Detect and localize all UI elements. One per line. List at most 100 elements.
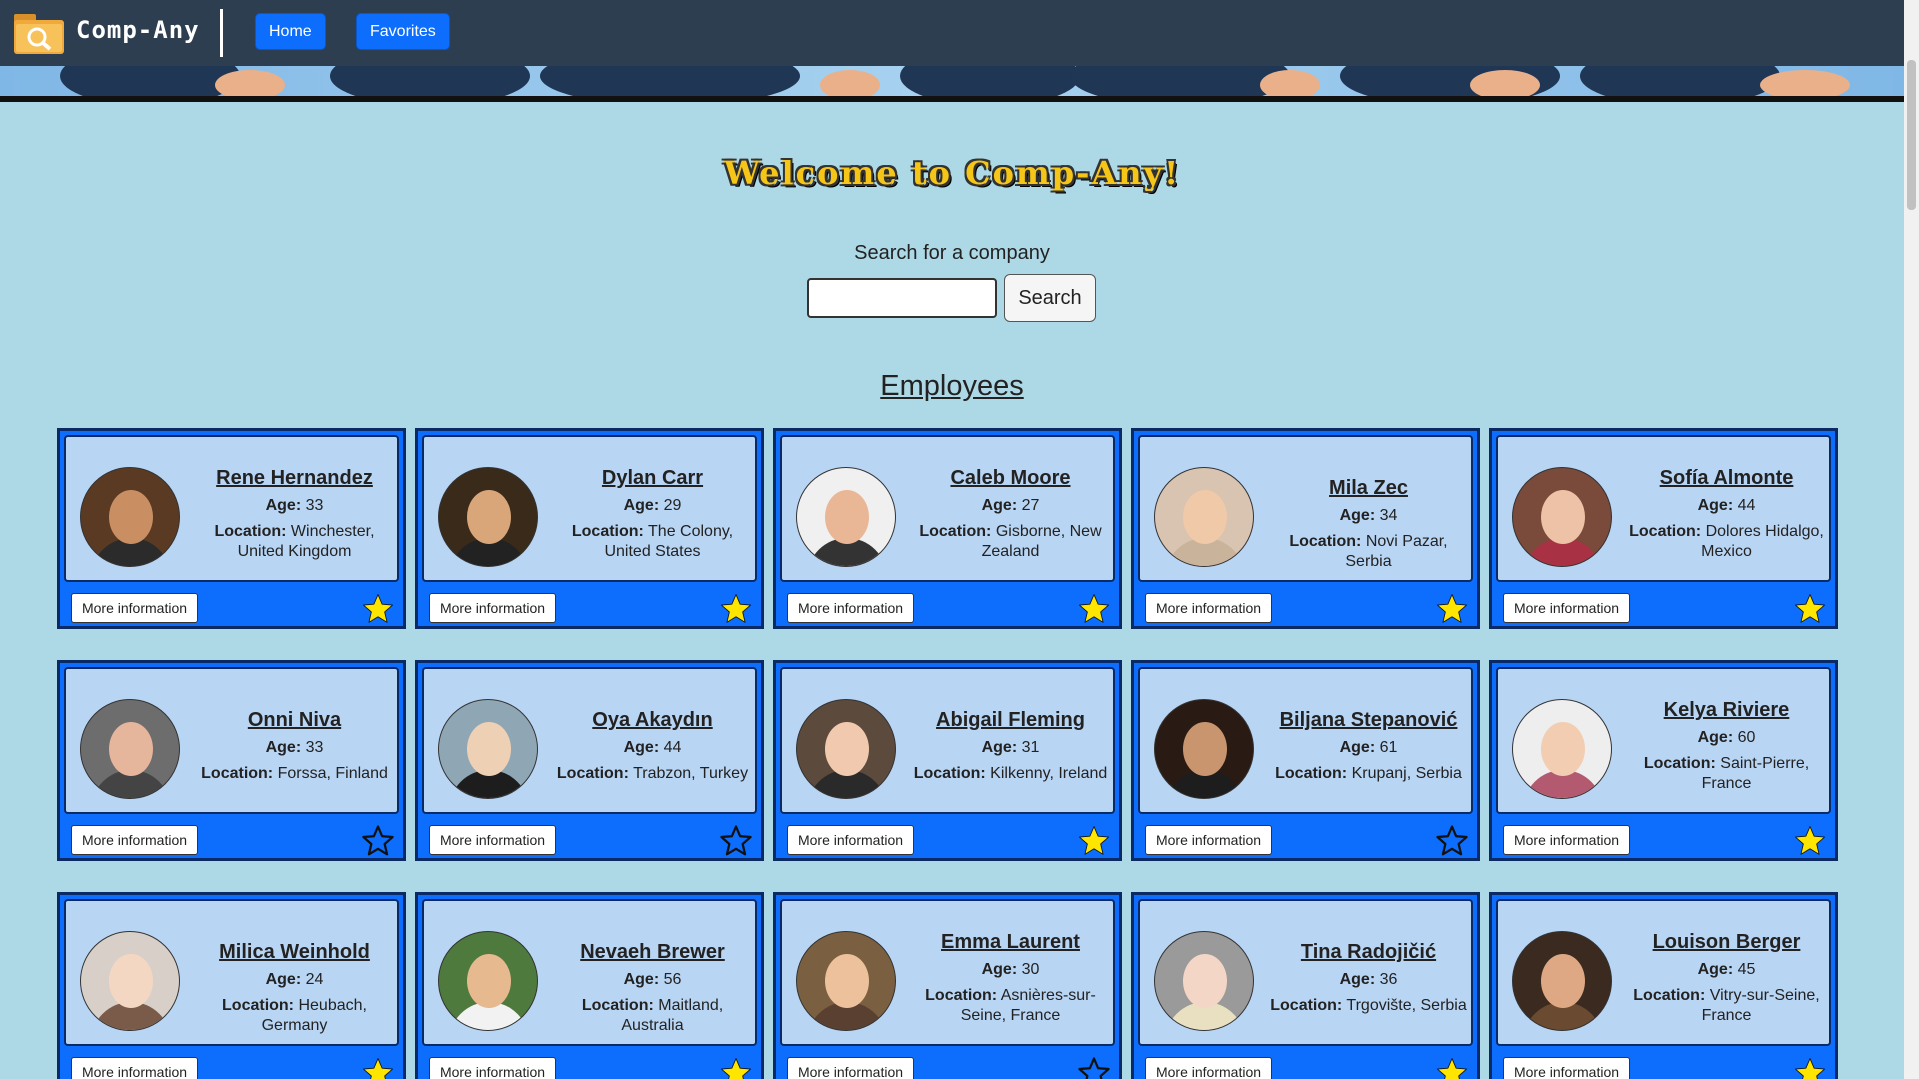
employee-age: Age: 44 — [550, 738, 755, 758]
page-scrollbar[interactable] — [1904, 0, 1919, 1079]
employee-name[interactable]: Louison Berger — [1624, 931, 1829, 954]
more-information-button[interactable]: More information — [71, 825, 198, 855]
more-information-button[interactable]: More information — [71, 593, 198, 623]
employee-age: Age: 31 — [908, 738, 1113, 758]
employee-name[interactable]: Rene Hernandez — [192, 467, 397, 490]
more-information-button[interactable]: More information — [1503, 1057, 1630, 1079]
employee-name[interactable]: Sofía Almonte — [1624, 467, 1829, 490]
more-information-button[interactable]: More information — [429, 825, 556, 855]
employee-age: Age: 44 — [1624, 496, 1829, 516]
search-label: Search for a company — [854, 242, 1050, 264]
search-button[interactable]: Search — [1004, 274, 1096, 322]
more-information-button[interactable]: More information — [429, 593, 556, 623]
location-value: Trabzon, Turkey — [633, 765, 749, 782]
employee-age: Age: 24 — [192, 970, 397, 990]
star-outline-icon[interactable] — [719, 824, 753, 858]
employee-name[interactable]: Kelya Riviere — [1624, 699, 1829, 722]
employee-card: Emma Laurent Age: 30 Location: Asnières-… — [773, 892, 1122, 1079]
employee-name[interactable]: Milica Weinhold — [192, 941, 397, 964]
employee-card: Oya Akaydın Age: 44 Location: Trabzon, T… — [415, 660, 764, 861]
employee-card-body: Dylan Carr Age: 29 Location: The Colony,… — [422, 435, 757, 582]
more-information-button[interactable]: More information — [787, 825, 914, 855]
location-label: Location: — [571, 523, 644, 540]
home-button[interactable]: Home — [255, 13, 326, 50]
location-value: Novi Pazar, Serbia — [1345, 533, 1448, 570]
age-value: 29 — [663, 497, 682, 514]
employee-avatar — [80, 467, 180, 567]
employee-name[interactable]: Abigail Fleming — [908, 709, 1113, 732]
star-filled-icon[interactable] — [361, 1056, 395, 1079]
location-label: Location: — [222, 997, 295, 1014]
employee-location: Location: Maitland, Australia — [550, 996, 755, 1036]
employee-age: Age: 56 — [550, 970, 755, 990]
location-value: Trgovište, Serbia — [1346, 997, 1467, 1014]
age-value: 24 — [305, 971, 324, 988]
employee-card-body: Oya Akaydın Age: 44 Location: Trabzon, T… — [422, 667, 757, 814]
location-label: Location: — [919, 523, 992, 540]
more-information-button[interactable]: More information — [1503, 593, 1630, 623]
more-information-button[interactable]: More information — [787, 593, 914, 623]
more-information-button[interactable]: More information — [1145, 593, 1272, 623]
employee-name[interactable]: Nevaeh Brewer — [550, 941, 755, 964]
employee-age: Age: 33 — [192, 496, 397, 516]
age-value: 61 — [1379, 739, 1398, 756]
employee-card-body: Mila Zec Age: 34 Location: Novi Pazar, S… — [1138, 435, 1473, 582]
employee-avatar — [796, 931, 896, 1031]
employee-info: Sofía Almonte Age: 44 Location: Dolores … — [1624, 467, 1829, 568]
employee-info: Emma Laurent Age: 30 Location: Asnières-… — [908, 931, 1113, 1032]
star-filled-icon[interactable] — [1793, 1056, 1827, 1079]
employee-name[interactable]: Biljana Stepanović — [1266, 709, 1471, 732]
favorites-button[interactable]: Favorites — [356, 13, 450, 50]
more-information-button[interactable]: More information — [429, 1057, 556, 1079]
star-filled-icon[interactable] — [1793, 824, 1827, 858]
employee-location: Location: Forssa, Finland — [192, 764, 397, 784]
more-information-button[interactable]: More information — [71, 1057, 198, 1079]
employee-location: Location: Vitry-sur-Seine, France — [1624, 986, 1829, 1026]
star-filled-icon[interactable] — [1435, 1056, 1469, 1079]
scrollbar-thumb[interactable] — [1907, 60, 1916, 210]
star-filled-icon[interactable] — [1077, 824, 1111, 858]
more-information-button[interactable]: More information — [787, 1057, 914, 1079]
star-filled-icon[interactable] — [1077, 592, 1111, 626]
star-filled-icon[interactable] — [1793, 592, 1827, 626]
employee-avatar — [796, 467, 896, 567]
employee-name[interactable]: Mila Zec — [1266, 477, 1471, 500]
more-information-button[interactable]: More information — [1145, 1057, 1272, 1079]
folder-search-icon[interactable] — [12, 8, 66, 56]
employee-name[interactable]: Onni Niva — [192, 709, 397, 732]
welcome-heading: Welcome to Comp-Any! — [723, 154, 1181, 192]
employee-card: Milica Weinhold Age: 24 Location: Heubac… — [57, 892, 406, 1079]
age-label: Age: — [1697, 729, 1734, 746]
star-filled-icon[interactable] — [1435, 592, 1469, 626]
employee-card-body: Emma Laurent Age: 30 Location: Asnières-… — [780, 899, 1115, 1046]
employee-name[interactable]: Dylan Carr — [550, 467, 755, 490]
employee-card: Rene Hernandez Age: 33 Location: Winches… — [57, 428, 406, 629]
star-filled-icon[interactable] — [719, 592, 753, 626]
employee-info: Louison Berger Age: 45 Location: Vitry-s… — [1624, 931, 1829, 1032]
employee-name[interactable]: Emma Laurent — [908, 931, 1113, 954]
star-filled-icon[interactable] — [361, 592, 395, 626]
employee-name[interactable]: Caleb Moore — [908, 467, 1113, 490]
more-information-button[interactable]: More information — [1503, 825, 1630, 855]
star-outline-icon[interactable] — [1077, 1056, 1111, 1079]
employee-age: Age: 60 — [1624, 728, 1829, 748]
employee-name[interactable]: Oya Akaydın — [550, 709, 755, 732]
location-value: Krupanj, Serbia — [1351, 765, 1462, 782]
employee-info: Tina Radojičić Age: 36 Location: Trgoviš… — [1266, 941, 1471, 1022]
employee-name[interactable]: Tina Radojičić — [1266, 941, 1471, 964]
search-input[interactable] — [807, 278, 997, 318]
employee-info: Biljana Stepanović Age: 61 Location: Kru… — [1266, 709, 1471, 790]
star-outline-icon[interactable] — [361, 824, 395, 858]
age-label: Age: — [981, 739, 1018, 756]
star-outline-icon[interactable] — [1435, 824, 1469, 858]
employee-avatar — [80, 699, 180, 799]
age-label: Age: — [981, 497, 1018, 514]
employee-card-body: Abigail Fleming Age: 31 Location: Kilken… — [780, 667, 1115, 814]
age-label: Age: — [265, 739, 302, 756]
age-label: Age: — [1697, 497, 1734, 514]
employee-avatar — [1512, 699, 1612, 799]
more-information-button[interactable]: More information — [1145, 825, 1272, 855]
star-filled-icon[interactable] — [719, 1056, 753, 1079]
employee-card: Biljana Stepanović Age: 61 Location: Kru… — [1131, 660, 1480, 861]
brand-name[interactable]: Comp-Any — [76, 16, 200, 44]
